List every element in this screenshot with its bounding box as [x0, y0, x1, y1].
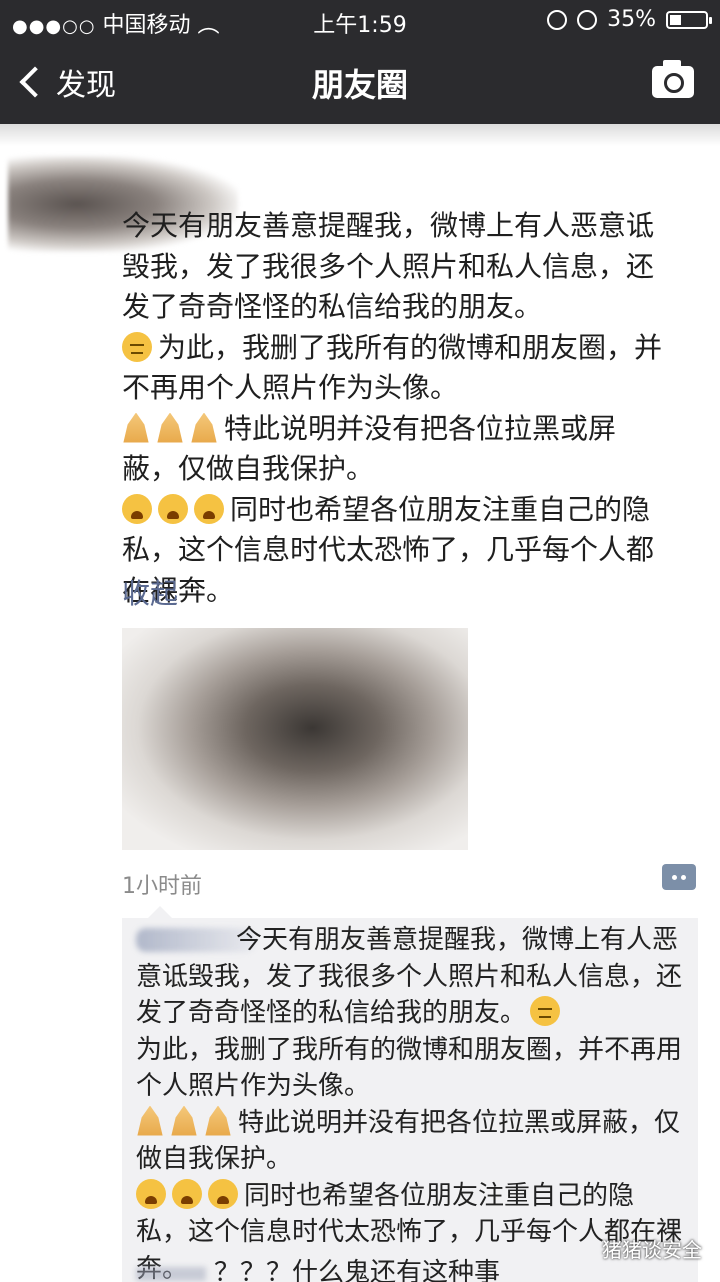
- pray-icon: [123, 412, 149, 443]
- weary-face-icon: [208, 1178, 238, 1209]
- camera-icon[interactable]: [652, 60, 694, 98]
- weary-face-icon: [194, 493, 224, 524]
- commenter-name[interactable]: [136, 1266, 206, 1281]
- moments-feed: 今天有朋友善意提醒我，微博上有人恶意诋毁我，发了我很多个人照片和私人信息，还发了…: [0, 124, 720, 1282]
- status-bar: ●●●○○ 中国移动 ︵ 上午1:59 35%: [0, 0, 720, 40]
- second-comment: ？？？什么鬼还有这种事: [136, 1252, 500, 1282]
- pray-icon: [191, 412, 217, 443]
- comment-icon[interactable]: [662, 864, 696, 890]
- pray-icon: [171, 1105, 197, 1136]
- neutral-face-icon: [122, 331, 152, 362]
- battery-icon: [666, 10, 712, 29]
- post-line-text: 特此说明并没有把各位拉黑或屏蔽，仅做自我保护。: [122, 411, 617, 486]
- post-line: 同时也希望各位朋友注重自己的隐私，这个信息时代太恐怖了，几乎每个人都在裸奔。: [122, 490, 662, 612]
- status-right: 35%: [547, 7, 712, 32]
- post-line: 特此说明并没有把各位拉黑或屏蔽，仅做自我保护。: [122, 409, 662, 490]
- pray-icon: [137, 1105, 163, 1136]
- comment-box: 今天有朋友善意提醒我，微博上有人恶意诋毁我，发了我很多个人照片和私人信息，还发了…: [122, 906, 698, 1282]
- collapse-link[interactable]: 收起: [122, 572, 178, 612]
- pray-icon: [205, 1105, 231, 1136]
- second-comment-text: ？？？什么鬼还有这种事: [214, 1258, 501, 1282]
- weary-face-icon: [172, 1178, 202, 1209]
- weary-face-icon: [136, 1178, 166, 1209]
- battery-percent: 35%: [607, 7, 656, 32]
- orientation-lock-icon: [547, 9, 568, 30]
- nav-bar: 发现 朋友圈: [0, 40, 720, 124]
- weary-face-icon: [122, 493, 152, 524]
- post-line: 今天有朋友善意提醒我，微博上有人恶意诋毁我，发了我很多个人照片和私人信息，还发了…: [122, 209, 655, 323]
- post-line-text: 为此，我删了我所有的微博和朋友圈，并不再用个人照片作为头像。: [122, 330, 663, 405]
- alarm-icon: [577, 9, 598, 30]
- watermark: 猪猪谈安全: [602, 1238, 702, 1262]
- header-shadow: [0, 124, 720, 146]
- page-title: 朋友圈: [311, 66, 408, 104]
- pray-icon: [157, 412, 183, 443]
- comment-line-text: 今天有朋友善意提醒我，微博上有人恶意诋毁我，发了我很多个人照片和私人信息，还发了…: [136, 925, 683, 1028]
- post-photo[interactable]: [122, 628, 468, 850]
- neutral-face-icon: [530, 996, 561, 1026]
- comment-line: 特此说明并没有把各位拉黑或屏蔽，仅做自我保护。: [136, 1105, 684, 1178]
- comment-line: 今天有朋友善意提醒我，微博上有人恶意诋毁我，发了我很多个人照片和私人信息，还发了…: [136, 922, 684, 1032]
- post-text: 今天有朋友善意提醒我，微博上有人恶意诋毁我，发了我很多个人照片和私人信息，还发了…: [122, 206, 662, 611]
- post-time: 1小时前: [122, 874, 202, 899]
- comment-line: 为此，我删了我所有的微博和朋友圈，并不再用个人照片作为头像。: [136, 1034, 683, 1102]
- comment-text: 今天有朋友善意提醒我，微博上有人恶意诋毁我，发了我很多个人照片和私人信息，还发了…: [136, 922, 684, 1282]
- weary-face-icon: [158, 493, 188, 524]
- post-line: 为此，我删了我所有的微博和朋友圈，并不再用个人照片作为头像。: [122, 328, 662, 409]
